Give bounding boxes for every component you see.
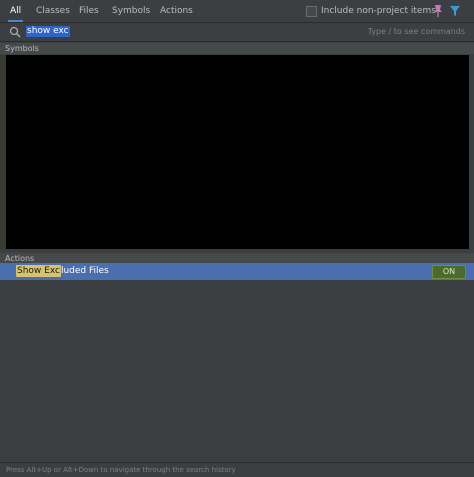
tab-symbols[interactable]: Symbols xyxy=(108,0,154,22)
action-item-label: Show Excluded Files xyxy=(16,263,109,280)
symbols-section-header: Symbols xyxy=(0,43,474,54)
include-non-project-option[interactable]: Include non-project items xyxy=(306,5,436,17)
footer-hint: Press Alt+Up or Alt+Down to navigate thr… xyxy=(0,462,474,476)
tab-actions[interactable]: Actions xyxy=(156,0,197,22)
action-item-label-rest: luded Files xyxy=(60,266,109,276)
scope-tabs: All Classes Files Symbols Actions Includ… xyxy=(0,0,474,23)
action-item-show-excluded-files[interactable]: Show Excluded Files ON xyxy=(0,263,474,280)
search-input[interactable]: show exc xyxy=(26,26,70,37)
search-bar: show exc Type / to see commands xyxy=(0,23,474,42)
include-non-project-label: Include non-project items xyxy=(321,6,436,16)
include-non-project-checkbox[interactable] xyxy=(306,5,317,17)
tab-all[interactable]: All xyxy=(6,0,25,22)
symbols-results-pane xyxy=(6,55,469,249)
tab-classes[interactable]: Classes xyxy=(32,0,74,22)
search-hint: Type / to see commands xyxy=(367,27,465,36)
action-toggle[interactable]: ON xyxy=(432,265,466,279)
search-icon xyxy=(9,26,21,38)
pin-icon[interactable] xyxy=(432,4,444,18)
results-empty-area xyxy=(0,281,474,461)
scrollbar[interactable] xyxy=(469,55,474,249)
search-match-highlight: Show Exc xyxy=(16,265,61,277)
tab-files[interactable]: Files xyxy=(75,0,103,22)
filter-icon[interactable] xyxy=(449,5,461,17)
